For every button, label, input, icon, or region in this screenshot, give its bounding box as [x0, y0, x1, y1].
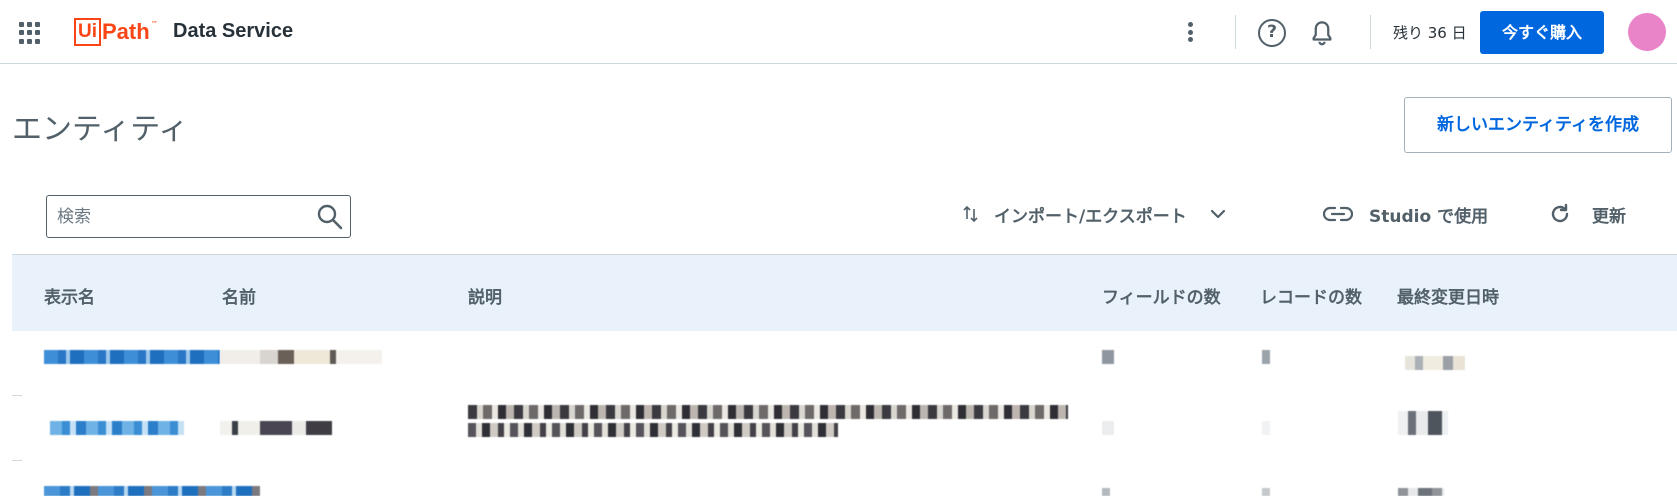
logo-path-text: Path — [102, 19, 150, 44]
use-in-studio-label: Studio で使用 — [1369, 206, 1489, 227]
import-export-menu[interactable]: インポート/エクスポート — [962, 198, 1229, 230]
more-vertical-icon[interactable] — [1183, 19, 1197, 45]
record-count-cell — [1262, 488, 1270, 496]
page-title: エンティティ — [12, 112, 189, 147]
link-icon — [1323, 206, 1353, 222]
refresh-icon — [1551, 203, 1569, 223]
row-divider — [12, 460, 22, 461]
display-name-cell[interactable] — [44, 486, 260, 496]
column-header-record-count[interactable]: レコードの数 — [1260, 283, 1362, 308]
last-modified-cell — [1398, 411, 1448, 435]
uipath-logo[interactable]: Ui Path ™ — [74, 16, 158, 48]
use-in-studio-button[interactable]: Studio で使用 — [1323, 198, 1488, 230]
avatar[interactable] — [1628, 13, 1666, 51]
name-cell — [220, 350, 382, 364]
field-count-cell — [1102, 350, 1114, 364]
field-count-cell — [1102, 488, 1110, 496]
last-modified-cell — [1405, 356, 1465, 370]
search-input[interactable] — [57, 204, 307, 230]
apps-grid-icon[interactable] — [19, 22, 41, 44]
bell-icon[interactable] — [1307, 18, 1337, 48]
column-header-last-modified[interactable]: 最終変更日時 — [1397, 283, 1499, 308]
record-count-cell — [1262, 421, 1270, 435]
swap-vertical-icon — [963, 205, 978, 223]
trial-remaining: 残り 36 日 — [1393, 24, 1467, 42]
import-export-label: インポート/エクスポート — [994, 206, 1187, 227]
logo-trademark: ™ — [150, 20, 158, 28]
display-name-cell[interactable] — [44, 350, 220, 364]
field-count-cell — [1102, 421, 1114, 435]
record-count-cell — [1262, 350, 1270, 364]
column-header-description[interactable]: 説明 — [468, 283, 502, 308]
refresh-button[interactable]: 更新 — [1548, 198, 1626, 230]
last-modified-cell — [1398, 488, 1444, 496]
top-bar: Ui Path ™ Data Service ? 残り 36 日 今すぐ購入 — [0, 0, 1677, 64]
divider — [1235, 15, 1236, 49]
chevron-down-icon — [1210, 209, 1225, 219]
create-entity-button[interactable]: 新しいエンティティを作成 — [1404, 97, 1672, 153]
refresh-label: 更新 — [1592, 206, 1626, 227]
help-circle-icon[interactable]: ? — [1258, 19, 1286, 47]
search-icon[interactable] — [315, 202, 345, 232]
divider — [1370, 15, 1371, 49]
logo-ui-box: Ui — [74, 18, 101, 46]
name-cell — [220, 421, 332, 435]
buy-now-button[interactable]: 今すぐ購入 — [1480, 11, 1604, 54]
search-box — [46, 195, 351, 238]
column-header-field-count[interactable]: フィールドの数 — [1102, 283, 1221, 308]
description-cell — [468, 405, 1068, 437]
column-header-name[interactable]: 名前 — [222, 283, 256, 308]
row-divider — [12, 395, 22, 396]
column-header-display-name[interactable]: 表示名 — [44, 283, 95, 308]
table-header: 表示名 名前 説明 フィールドの数 レコードの数 最終変更日時 — [12, 254, 1677, 331]
product-name: Data Service — [173, 20, 294, 42]
display-name-cell[interactable] — [50, 421, 184, 435]
